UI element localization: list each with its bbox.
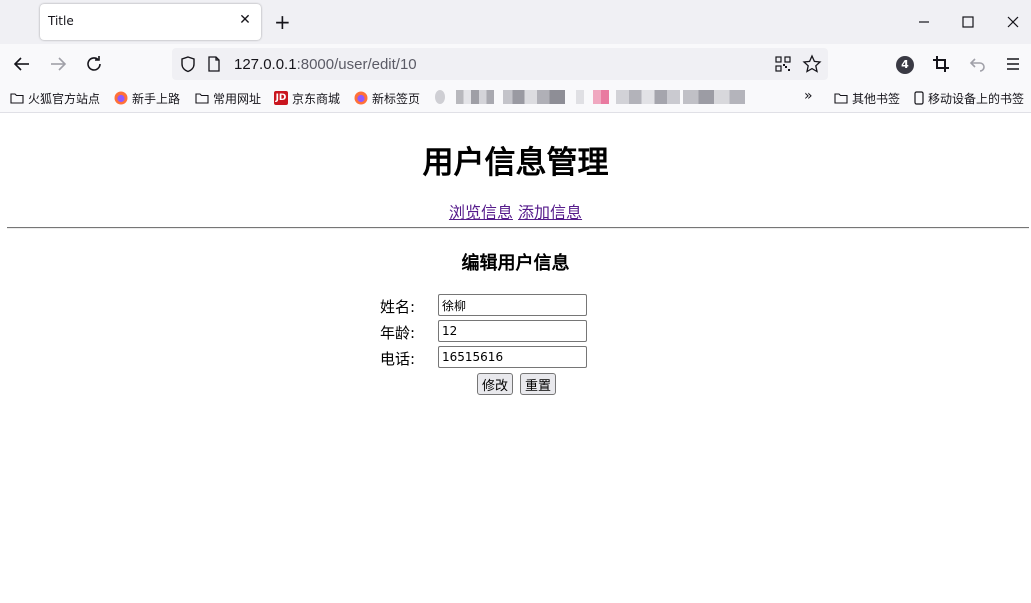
nav-toolbar: 127.0.0.1:8000/user/edit/10 4 [0, 44, 1031, 84]
age-label: 年龄: [380, 324, 416, 342]
back-arrow-icon[interactable] [12, 54, 32, 74]
forward-arrow-icon[interactable] [48, 54, 68, 74]
tab-title: Title [48, 14, 74, 28]
bookmark-common-sites[interactable]: 常用网址 [195, 90, 261, 106]
qr-code-icon[interactable] [775, 56, 791, 72]
shield-icon[interactable] [178, 54, 198, 74]
add-link[interactable]: 添加信息 [518, 203, 582, 222]
maximize-icon[interactable] [958, 12, 978, 32]
firefox-icon [354, 91, 368, 105]
menu-icon[interactable] [1003, 54, 1023, 74]
browse-link[interactable]: 浏览信息 [449, 203, 513, 222]
bookmark-other[interactable]: 其他书签 [834, 90, 900, 106]
page-title: 用户信息管理 [422, 145, 609, 181]
minimize-icon[interactable] [914, 12, 934, 32]
bookmark-new-tab[interactable]: 新标签页 [354, 90, 420, 106]
star-icon[interactable] [802, 54, 822, 74]
bookmark-label: 常用网址 [213, 91, 262, 106]
form-title: 编辑用户信息 [461, 253, 570, 274]
undo-icon[interactable] [967, 54, 987, 74]
phone-input[interactable] [438, 346, 587, 368]
bookmark-firefox-official[interactable]: 火狐官方站点 [10, 90, 100, 106]
phone-label: 电话: [380, 350, 416, 368]
name-input[interactable] [438, 294, 587, 316]
reset-button[interactable]: 重置 [520, 373, 557, 395]
bookmark-label: 京东商城 [292, 91, 341, 106]
submit-button[interactable]: 修改 [477, 373, 514, 395]
age-input[interactable] [438, 320, 587, 342]
folder-icon [834, 93, 848, 104]
window-close-icon[interactable] [1003, 12, 1023, 32]
firefox-icon [114, 91, 128, 105]
page-nav: 浏览信息 添加信息 [0, 199, 1031, 223]
reload-icon[interactable] [84, 54, 104, 74]
bookmark-jd[interactable]: JD 京东商城 [274, 90, 340, 106]
extension-badge-icon[interactable]: 4 [896, 56, 914, 74]
browser-tab[interactable]: Title ✕ [40, 4, 261, 40]
bookmark-label: 新标签页 [372, 91, 421, 106]
folder-icon [195, 93, 209, 104]
tab-bar: Title ✕ + [0, 0, 1031, 44]
divider [7, 227, 1029, 229]
url-bar[interactable]: 127.0.0.1:8000/user/edit/10 [172, 48, 828, 80]
new-tab-icon[interactable]: + [274, 12, 291, 32]
url-path: :8000/user/edit/10 [296, 56, 417, 73]
chevron-more-icon[interactable]: » [804, 88, 813, 104]
crop-icon[interactable] [931, 54, 951, 74]
url-host: 127.0.0.1 [234, 56, 297, 73]
bookmark-label: 火狐官方站点 [28, 91, 101, 106]
bookmark-getting-started[interactable]: 新手上路 [114, 90, 180, 106]
page-content: 用户信息管理 浏览信息 添加信息 编辑用户信息 姓名: 年龄: 电话: 修改 重… [0, 113, 1031, 603]
mobile-icon [914, 91, 924, 105]
close-icon[interactable]: ✕ [237, 12, 253, 28]
bookmark-label: 其他书签 [852, 91, 901, 106]
page-icon[interactable] [206, 55, 222, 73]
folder-icon [10, 93, 24, 104]
name-label: 姓名: [380, 298, 416, 316]
bookmarks-bar: 火狐官方站点 新手上路 常用网址 JD 京东商城 新标签页 » 其他书签 移动设… [0, 84, 1031, 113]
bookmark-mobile[interactable]: 移动设备上的书签 [914, 90, 1024, 106]
bookmark-label: 新手上路 [132, 91, 181, 106]
url-text[interactable]: 127.0.0.1:8000/user/edit/10 [234, 56, 417, 73]
bookmark-label: 移动设备上的书签 [928, 91, 1025, 106]
jd-icon: JD [274, 91, 288, 105]
